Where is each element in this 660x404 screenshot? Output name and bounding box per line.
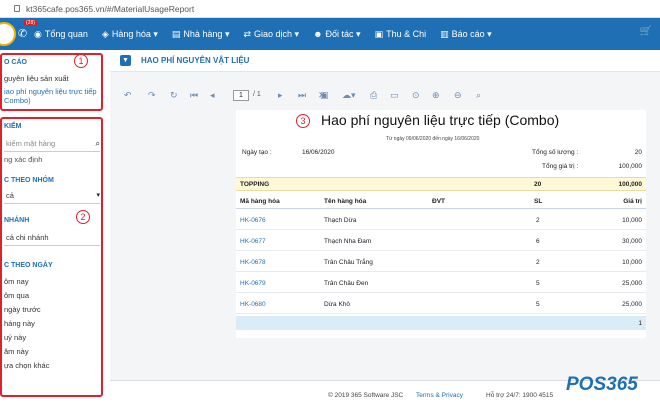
filter-icon[interactable]: ▼	[120, 55, 131, 66]
section-title-group: C THEO NHÓM	[4, 177, 54, 184]
col-value: Giá trị	[623, 198, 642, 205]
total-value-label: Tổng giá trị :	[542, 163, 579, 170]
hotline-text: Hỗ trợ 24/7: 1900 4515	[486, 392, 554, 399]
print-icon[interactable]: ⎙	[370, 90, 377, 101]
section-title-branch: NHÁNH	[4, 217, 30, 224]
table-row: HK-0677 Thạch Nha Đam 6 30,000	[236, 231, 646, 251]
table-row: HK-0680 Dừa Khô 5 25,000	[236, 294, 646, 314]
copyright-text: © 2019 365 Software JSC	[328, 392, 404, 399]
table-row: HK-0678 Trân Châu Trắng 2 10,000	[236, 252, 646, 272]
info-icon	[14, 5, 20, 12]
undetermined-checkbox-label[interactable]: ng xác định	[2, 155, 42, 164]
partners-icon: ☻	[313, 29, 323, 39]
first-page-icon[interactable]: ⏮	[190, 90, 198, 101]
zoom-in-icon[interactable]: ⊕	[432, 90, 440, 101]
browser-url[interactable]: kt365cafe.pos365.vn/#/MaterialUsageRepor…	[26, 4, 194, 14]
date-option-this-year[interactable]: ăm này	[2, 347, 29, 356]
phone-icon[interactable]: ✆	[18, 27, 27, 40]
brand-logo[interactable]	[0, 22, 16, 46]
cashflow-icon: ▣	[374, 28, 384, 39]
next-page-icon[interactable]: ▸	[278, 90, 283, 101]
search-report-icon[interactable]: ⌕	[476, 90, 481, 101]
group-select[interactable]: cả ▾	[4, 191, 100, 204]
table-header: Mã hàng hóa Tên hàng hóa ĐVT SL Giá trị	[236, 195, 646, 209]
total-value-value: 100,000	[618, 163, 643, 170]
export-icon[interactable]: ☁▾	[342, 90, 356, 101]
nav-item-restaurant[interactable]: ▤ Nhà hàng ▾	[172, 29, 230, 40]
chevron-down-icon: ▾	[96, 192, 100, 199]
pos365-logo: POS365	[566, 374, 638, 395]
report-item-direct-loss[interactable]: iao phí nguyên liệu trực tiếp	[2, 87, 101, 96]
created-label: Ngày tạo :	[242, 149, 272, 156]
table-row: HK-0676 Thạch Dừa 2 10,000	[236, 210, 646, 230]
total-qty-value: 20	[634, 149, 642, 156]
date-option-today[interactable]: ôm nay	[2, 277, 29, 286]
prev-page-icon[interactable]: ◂	[210, 90, 215, 101]
nav-item-reports[interactable]: ▥ Báo cáo ▾	[440, 29, 492, 40]
reports-icon: ▥	[440, 28, 449, 39]
report-item-combo[interactable]: Combo)	[2, 96, 101, 105]
filter-box: KIẾM kiếm mặt hàng ⌕ ng xác định C THEO …	[0, 117, 103, 397]
total-qty-label: Tổng số lượng :	[532, 149, 579, 156]
nav-item-overview[interactable]: ◉ Tổng quan	[34, 29, 88, 40]
zoom-fit-icon[interactable]: ⊙	[412, 90, 420, 101]
overview-icon: ◉	[34, 28, 42, 39]
group-name: TOPPING	[240, 181, 270, 188]
undo-icon[interactable]: ↶	[124, 90, 132, 101]
date-option-yesterday[interactable]: ôm qua	[2, 291, 29, 300]
search-icon[interactable]: ⌕	[96, 139, 100, 149]
date-option-last-days[interactable]: ngày trước	[2, 305, 41, 314]
date-option-custom[interactable]: ựa chọn khác	[2, 361, 49, 370]
table-row: HK-0679 Trân Châu Đen 5 25,000	[236, 273, 646, 293]
top-navigation: ✆ (28) ◉ Tổng quan ◈ Hàng hóa ▾ ▤ Nhà hàng …	[0, 18, 660, 50]
table-footer: 1	[236, 316, 646, 330]
report-date-range: Từ ngày 09/06/2020 đến ngày 16/06/2020	[386, 136, 480, 142]
marker-3: 3	[296, 114, 310, 128]
section-title-date: C THEO NGÀY	[4, 262, 53, 269]
report-item-production[interactable]: guyên liệu sản xuất	[2, 74, 101, 83]
redo-icon[interactable]: ↷	[148, 90, 156, 101]
col-name: Tên hàng hóa	[324, 198, 367, 205]
transactions-icon: ⇄	[243, 28, 252, 39]
page-title: HAO PHÍ NGUYÊN VẬT LIỆU	[141, 56, 250, 65]
col-qty: SL	[534, 198, 543, 205]
date-option-this-month[interactable]: háng này	[2, 319, 35, 328]
products-icon: ◈	[101, 28, 109, 39]
main-menu: ◉ Tổng quan ◈ Hàng hóa ▾ ▤ Nhà hàng ▾ ⇄ Giao…	[34, 18, 506, 50]
nav-item-cashflow[interactable]: ▣ Thu & Chi	[375, 29, 427, 40]
nav-item-transactions[interactable]: ⇄ Giao dịch ▾	[243, 29, 299, 40]
page-count: / 1	[253, 91, 261, 98]
nav-item-products[interactable]: ◈ Hàng hóa ▾	[102, 29, 158, 40]
created-value: 16/06/2020	[302, 149, 335, 156]
col-code: Mã hàng hóa	[240, 198, 280, 205]
nav-item-partners[interactable]: ☻ Đối tác ▾	[313, 29, 361, 40]
cart-icon[interactable]: 🛒	[640, 26, 652, 37]
date-option-this-quarter[interactable]: uý này	[2, 333, 26, 342]
page-number-input[interactable]: 1	[233, 90, 249, 101]
footer-page-number: 1	[638, 320, 642, 327]
content-header: ▼ HAO PHÍ NGUYÊN VẬT LIỆU	[110, 50, 660, 72]
restaurant-icon: ▤	[171, 28, 181, 39]
marker-2: 2	[76, 210, 90, 224]
layout-icon[interactable]: ▭	[390, 90, 399, 101]
report-viewer: ↶ ↷ ↻ ⏮ ◂ 1 / 1 ▸ ⏭ ✕ ▣ ☁▾ ⎙ ▭ ⊙ ⊕ ⊖ ⌕ 3…	[110, 72, 660, 380]
report-filter-sidebar: O CÁO guyên liệu sản xuất iao phí nguyên…	[0, 50, 110, 404]
terms-link[interactable]: Terms & Privacy	[416, 392, 463, 399]
save-icon[interactable]: ▣	[320, 90, 329, 101]
report-title: Hao phí nguyên liệu trực tiếp (Combo)	[321, 112, 560, 128]
browser-address-bar[interactable]: kt365cafe.pos365.vn/#/MaterialUsageRepor…	[0, 0, 660, 18]
branch-select[interactable]: cả chi nhánh	[4, 233, 100, 246]
last-page-icon[interactable]: ⏭	[298, 90, 306, 101]
group-row-topping: TOPPING 20 100,000	[236, 177, 646, 191]
refresh-icon[interactable]: ↻	[170, 90, 178, 101]
search-input[interactable]: kiếm mặt hàng ⌕	[4, 139, 100, 152]
report-page: 3 Hao phí nguyên liệu trực tiếp (Combo) …	[236, 110, 646, 338]
section-title-search: KIẾM	[4, 123, 22, 130]
group-value: 100,000	[618, 181, 643, 188]
zoom-out-icon[interactable]: ⊖	[454, 90, 462, 101]
marker-1: 1	[74, 54, 88, 68]
group-qty: 20	[534, 181, 542, 188]
col-unit: ĐVT	[432, 198, 445, 205]
